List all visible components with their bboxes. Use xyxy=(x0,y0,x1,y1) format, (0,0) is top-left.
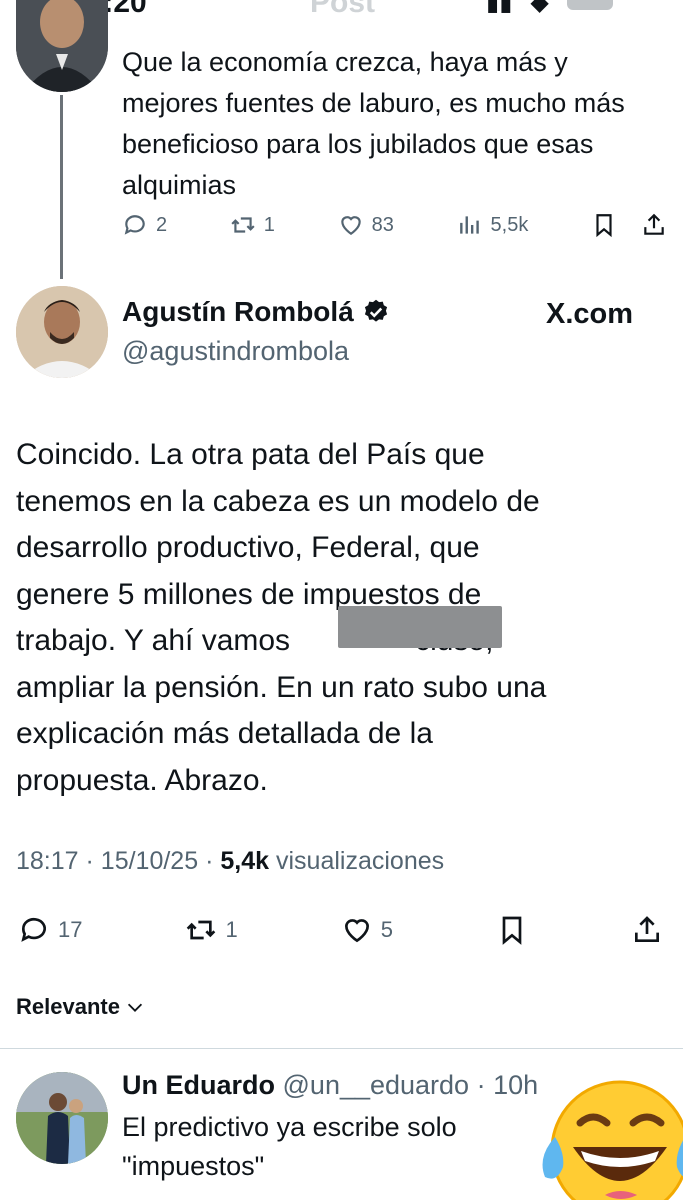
main-repost-count: 1 xyxy=(225,917,238,942)
reply-text-line: El predictivo ya escribe solo xyxy=(122,1112,457,1142)
parent-views-count: 5,5k xyxy=(490,213,529,236)
reply-icon xyxy=(21,917,46,942)
laughing-crying-emoji-icon xyxy=(542,1080,683,1200)
author-handle[interactable]: @agustindrombola xyxy=(122,336,349,367)
sort-dropdown[interactable]: Relevante xyxy=(16,994,146,1020)
main-share-button[interactable] xyxy=(631,914,663,946)
reply-author-name[interactable]: Un Eduardo xyxy=(122,1070,275,1100)
text-line: trabajo. Y ahí vamos cluso, xyxy=(16,624,494,657)
reply-avatar[interactable] xyxy=(16,1072,108,1164)
tweet-metadata: 18:17 · 15/10/25 · 5,4k visualizaciones xyxy=(16,847,445,875)
main-bookmark-button[interactable] xyxy=(496,914,528,946)
parent-reply-button[interactable]: 2 xyxy=(122,212,167,238)
views-count: 5,4k xyxy=(220,847,270,875)
text-line: ampliar la pensión. En un rato subo una xyxy=(16,670,547,704)
chevron-down-icon xyxy=(127,1003,143,1012)
sort-label: Relevante xyxy=(16,994,120,1019)
text-line: desarrollo productivo, Federal, que xyxy=(16,531,480,564)
reply-icon xyxy=(124,215,145,235)
main-reply-button[interactable]: 17 xyxy=(18,914,82,946)
brand-watermark: X.com xyxy=(546,298,634,330)
parent-reply-count: 2 xyxy=(156,213,168,236)
main-reply-count: 17 xyxy=(58,917,83,942)
repost-icon xyxy=(231,217,255,233)
text-line: explicación más detallada de la xyxy=(16,717,433,750)
parent-repost-count: 1 xyxy=(263,213,275,236)
divider xyxy=(0,1048,683,1049)
parent-secondary-actions xyxy=(591,212,667,238)
parent-like-count: 83 xyxy=(371,213,394,236)
wifi-icon: ◆ xyxy=(530,0,549,16)
share-icon xyxy=(634,916,659,942)
parent-repost-button[interactable]: 1 xyxy=(230,212,275,238)
views-label: visualizaciones xyxy=(275,847,445,875)
parent-action-bar: 2 1 83 5,5k xyxy=(122,212,667,238)
author-name-text: Agustín Rombolá xyxy=(122,296,354,327)
repost-icon xyxy=(187,920,216,940)
tweet-date[interactable]: 15/10/25 xyxy=(101,847,198,875)
reply-text: El predictivo ya escribe solo "impuestos… xyxy=(122,1108,542,1186)
signal-icon: ▮▮ xyxy=(486,0,513,16)
bookmark-icon[interactable] xyxy=(591,212,617,238)
text-line: Coincido. La otra pata del País que xyxy=(16,438,485,471)
header-title: Post xyxy=(310,0,376,19)
parent-like-button[interactable]: 83 xyxy=(338,212,394,238)
text-line: genere 5 millones de impuestos de xyxy=(16,577,482,611)
text-line: tenemos en la cabeza es un modelo de xyxy=(16,484,540,518)
views-icon xyxy=(459,216,479,234)
main-like-button[interactable]: 5 xyxy=(341,914,393,946)
heart-icon xyxy=(344,919,369,943)
reply-header: Un Eduardo @un__eduardo · 10h xyxy=(122,1070,539,1100)
verified-icon xyxy=(364,299,387,322)
main-action-bar: 17 1 5 xyxy=(18,914,663,946)
bookmark-icon xyxy=(502,916,522,945)
main-like-count: 5 xyxy=(380,917,393,942)
thread-connector xyxy=(60,95,63,279)
text-line: propuesta. Abrazo. xyxy=(16,763,268,797)
reply-text-line: "impuestos" xyxy=(122,1151,265,1181)
author-name[interactable]: Agustín Rombolá xyxy=(122,296,390,328)
parent-tweet-text: Que la economía crezca, haya más y mejor… xyxy=(122,47,625,200)
heart-icon xyxy=(340,216,361,235)
battery-icon xyxy=(566,0,613,10)
main-tweet-text: Coincido. La otra pata del País que tene… xyxy=(16,432,656,804)
parent-avatar[interactable] xyxy=(16,0,108,92)
redaction-box xyxy=(338,606,502,648)
status-icons: ▮▮ ◆ xyxy=(486,0,613,17)
share-icon[interactable] xyxy=(641,212,667,238)
tweet-time[interactable]: 18:17 xyxy=(16,847,79,875)
reply-author-handle[interactable]: @un__eduardo xyxy=(283,1070,470,1100)
main-repost-button[interactable]: 1 xyxy=(185,914,238,946)
parent-views-button[interactable]: 5,5k xyxy=(457,212,529,238)
author-avatar[interactable] xyxy=(16,286,108,378)
